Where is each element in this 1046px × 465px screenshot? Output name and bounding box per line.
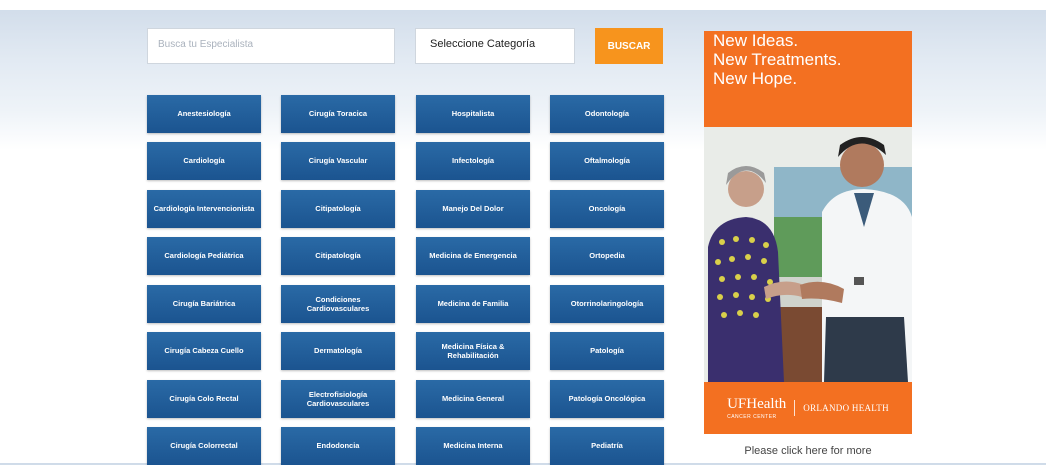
specialty-button[interactable]: Cirugía Colo Rectal xyxy=(147,380,261,418)
specialty-button[interactable]: Cardiología xyxy=(147,142,261,180)
ad-headline: New Ideas. New Treatments. New Hope. xyxy=(713,31,842,88)
ufhealth-logo-sub: CANCER CENTER xyxy=(727,414,777,420)
ad-header: New Ideas. New Treatments. New Hope. xyxy=(704,31,912,139)
search-placeholder: Busca tu Especialista xyxy=(158,39,254,50)
specialty-button[interactable]: Infectología xyxy=(416,142,530,180)
ad-caption-link[interactable]: Please click here for more xyxy=(704,445,912,457)
category-select[interactable]: Seleccione Categoría xyxy=(415,28,575,64)
specialty-button[interactable]: Endodoncia xyxy=(281,427,395,465)
specialty-button[interactable]: Cardiología Intervencionista xyxy=(147,190,261,228)
specialty-button[interactable]: Otorrinolaringología xyxy=(550,285,664,323)
specialty-button[interactable]: Dermatología xyxy=(281,332,395,370)
specialty-button[interactable]: Pediatría xyxy=(550,427,664,465)
specialty-button[interactable]: Medicina Física & Rehabilitación xyxy=(416,332,530,370)
ad-headline-line-2: New Treatments. xyxy=(713,50,842,69)
specialty-button[interactable]: Citipatología xyxy=(281,190,395,228)
specialty-button[interactable]: Condiciones Cardiovasculares xyxy=(281,285,395,323)
category-select-value: Seleccione Categoría xyxy=(430,38,536,50)
specialty-button[interactable]: Cirugía Cabeza Cuello xyxy=(147,332,261,370)
logo-divider xyxy=(794,400,796,416)
specialty-button[interactable]: Cirugía Bariátrica xyxy=(147,285,261,323)
search-button[interactable]: BUSCAR xyxy=(595,28,663,64)
specialty-button[interactable]: Ortopedia xyxy=(550,237,664,275)
ad-headline-line-3: New Hope. xyxy=(713,69,798,88)
specialty-button[interactable]: Anestesiología xyxy=(147,95,261,133)
ad-footer: UFHealth CANCER CENTER ORLANDO HEALTH xyxy=(704,382,912,434)
specialty-button[interactable]: Oncología xyxy=(550,190,664,228)
specialty-button[interactable]: Medicina de Familia xyxy=(416,285,530,323)
specialty-button[interactable]: Oftalmología xyxy=(550,142,664,180)
specialty-button[interactable]: Cardiología Pediátrica xyxy=(147,237,261,275)
specialty-button[interactable]: Cirugía Colorrectal xyxy=(147,427,261,465)
specialty-button[interactable]: Odontología xyxy=(550,95,664,133)
ufhealth-logo: UFHealth xyxy=(727,396,787,412)
ad-headline-line-1: New Ideas. xyxy=(713,31,799,50)
specialty-button[interactable]: Cirugía Toracica xyxy=(281,95,395,133)
specialty-button[interactable]: Cirugía Vascular xyxy=(281,142,395,180)
specialty-button[interactable]: Citipatología xyxy=(281,237,395,275)
specialty-button[interactable]: Manejo Del Dolor xyxy=(416,190,530,228)
specialty-button[interactable]: Hospitalista xyxy=(416,95,530,133)
orlando-health-logo: ORLANDO HEALTH xyxy=(803,403,889,413)
specialty-button[interactable]: Electrofisiología Cardiovasculares xyxy=(281,380,395,418)
specialty-button[interactable]: Patología xyxy=(550,332,664,370)
specialist-search-input[interactable]: Busca tu Especialista xyxy=(147,28,395,64)
ad-photo-doctor-patient xyxy=(704,127,912,382)
top-strip xyxy=(0,0,1046,10)
specialty-button[interactable]: Medicina Interna xyxy=(416,427,530,465)
specialty-button[interactable]: Medicina de Emergencia xyxy=(416,237,530,275)
specialty-button[interactable]: Medicina General xyxy=(416,380,530,418)
ad-banner[interactable]: New Ideas. New Treatments. New Hope. UFH… xyxy=(704,31,912,434)
specialty-button[interactable]: Patología Oncológica xyxy=(550,380,664,418)
